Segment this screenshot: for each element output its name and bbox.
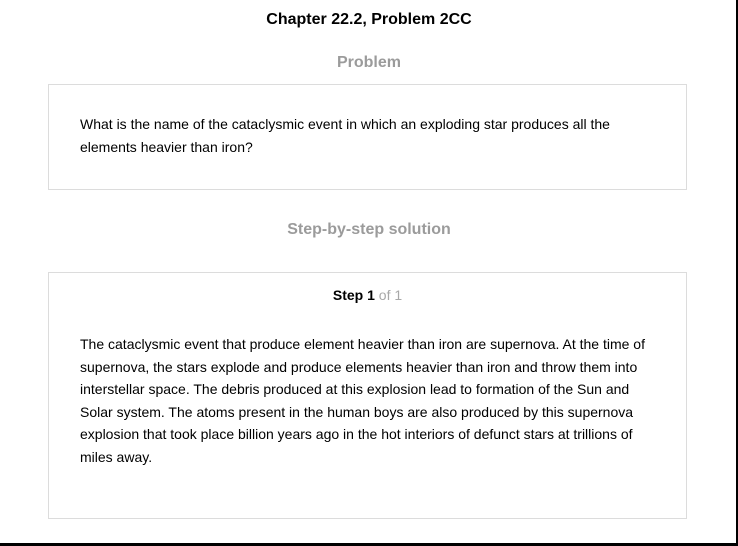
problem-heading: Problem (336, 54, 401, 71)
solution-card: Step 1 of 1 The cataclysmic event that p… (48, 272, 687, 519)
solution-heading: Step-by-step solution (287, 221, 451, 238)
step-label: Step 1 of 1 (49, 287, 686, 303)
step-word: Step (332, 287, 364, 303)
step-total: of 1 (378, 287, 403, 303)
problem-text: What is the name of the cataclysmic even… (80, 116, 610, 155)
chapter-title: Chapter 22.2, Problem 2CC (266, 11, 472, 28)
solution-text: The cataclysmic event that produce eleme… (80, 336, 645, 465)
step-number: 1 (367, 287, 375, 303)
problem-card: What is the name of the cataclysmic even… (48, 84, 687, 190)
